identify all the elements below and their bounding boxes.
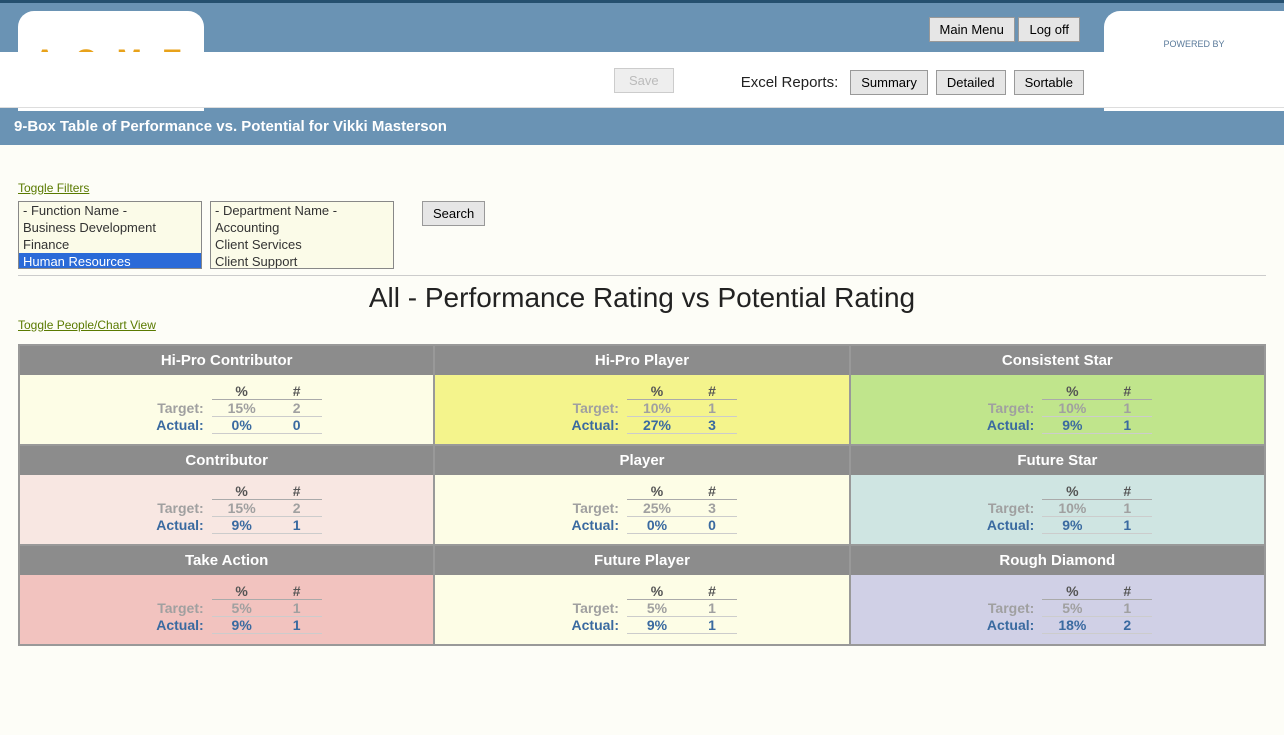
box-title: Consistent Star bbox=[851, 346, 1264, 375]
toggle-people-chart-link[interactable]: Toggle People/Chart View bbox=[18, 318, 156, 332]
excel-reports-label: Excel Reports: bbox=[741, 74, 839, 91]
box-body: %# Target:5%1 Actual:9%1 bbox=[435, 575, 848, 644]
department-option[interactable]: Client Services bbox=[211, 236, 393, 253]
department-option[interactable]: Accounting bbox=[211, 219, 393, 236]
nine-box-cell: Future Player %# Target:5%1 Actual:9%1 bbox=[434, 545, 849, 645]
box-body: %# Target:15%2 Actual:0%0 bbox=[20, 375, 433, 444]
search-button[interactable]: Search bbox=[422, 201, 485, 226]
box-body: %# Target:10%1 Actual:27%3 bbox=[435, 375, 848, 444]
function-option[interactable]: Finance bbox=[19, 236, 201, 253]
department-option[interactable]: - Department Name - bbox=[211, 202, 393, 219]
box-body: %# Target:25%3 Actual:0%0 bbox=[435, 475, 848, 544]
log-off-button[interactable]: Log off bbox=[1018, 17, 1080, 42]
box-title: Take Action bbox=[20, 546, 433, 575]
nine-box-cell: Take Action %# Target:5%1 Actual:9%1 bbox=[19, 545, 434, 645]
function-name-listbox[interactable]: - Function Name -Business DevelopmentFin… bbox=[18, 201, 202, 269]
box-title: Future Player bbox=[435, 546, 848, 575]
header-toolbar: Save Excel Reports: Summary Detailed Sor… bbox=[0, 52, 1284, 108]
department-name-listbox[interactable]: - Department Name -AccountingClient Serv… bbox=[210, 201, 394, 269]
department-option[interactable]: Client Support bbox=[211, 253, 393, 269]
save-button: Save bbox=[614, 68, 674, 93]
nine-box-cell: Player %# Target:25%3 Actual:0%0 bbox=[434, 445, 849, 545]
box-body: %# Target:5%1 Actual:18%2 bbox=[851, 575, 1264, 644]
function-option[interactable]: Business Development bbox=[19, 219, 201, 236]
divider bbox=[18, 275, 1266, 276]
toggle-filters-link[interactable]: Toggle Filters bbox=[18, 181, 89, 195]
summary-button[interactable]: Summary bbox=[850, 70, 928, 95]
top-bar: A C M E Main Menu Log off POWERED BY via… bbox=[0, 0, 1284, 52]
box-body: %# Target:10%1 Actual:9%1 bbox=[851, 475, 1264, 544]
nine-box-cell: Future Star %# Target:10%1 Actual:9%1 bbox=[850, 445, 1265, 545]
box-title: Hi-Pro Contributor bbox=[20, 346, 433, 375]
function-option[interactable]: Human Resources bbox=[19, 253, 201, 269]
sortable-button[interactable]: Sortable bbox=[1014, 70, 1084, 95]
box-body: %# Target:15%2 Actual:9%1 bbox=[20, 475, 433, 544]
main-menu-button[interactable]: Main Menu bbox=[929, 17, 1015, 42]
nine-box-cell: Hi-Pro Player %# Target:10%1 Actual:27%3 bbox=[434, 345, 849, 445]
box-title: Future Star bbox=[851, 446, 1264, 475]
nine-box-grid: Hi-Pro Contributor %# Target:15%2 Actual… bbox=[18, 344, 1266, 646]
filters-row: - Function Name -Business DevelopmentFin… bbox=[18, 201, 1266, 269]
box-title: Hi-Pro Player bbox=[435, 346, 848, 375]
box-body: %# Target:10%1 Actual:9%1 bbox=[851, 375, 1264, 444]
chart-title: All - Performance Rating vs Potential Ra… bbox=[18, 282, 1266, 314]
page-title: 9-Box Table of Performance vs. Potential… bbox=[0, 108, 1284, 145]
box-title: Player bbox=[435, 446, 848, 475]
nine-box-cell: Hi-Pro Contributor %# Target:15%2 Actual… bbox=[19, 345, 434, 445]
box-body: %# Target:5%1 Actual:9%1 bbox=[20, 575, 433, 644]
nine-box-cell: Consistent Star %# Target:10%1 Actual:9%… bbox=[850, 345, 1265, 445]
nine-box-cell: Contributor %# Target:15%2 Actual:9%1 bbox=[19, 445, 434, 545]
box-title: Contributor bbox=[20, 446, 433, 475]
function-option[interactable]: - Function Name - bbox=[19, 202, 201, 219]
powered-by-label: POWERED BY bbox=[1163, 39, 1224, 49]
nine-box-cell: Rough Diamond %# Target:5%1 Actual:18%2 bbox=[850, 545, 1265, 645]
detailed-button[interactable]: Detailed bbox=[936, 70, 1006, 95]
box-title: Rough Diamond bbox=[851, 546, 1264, 575]
